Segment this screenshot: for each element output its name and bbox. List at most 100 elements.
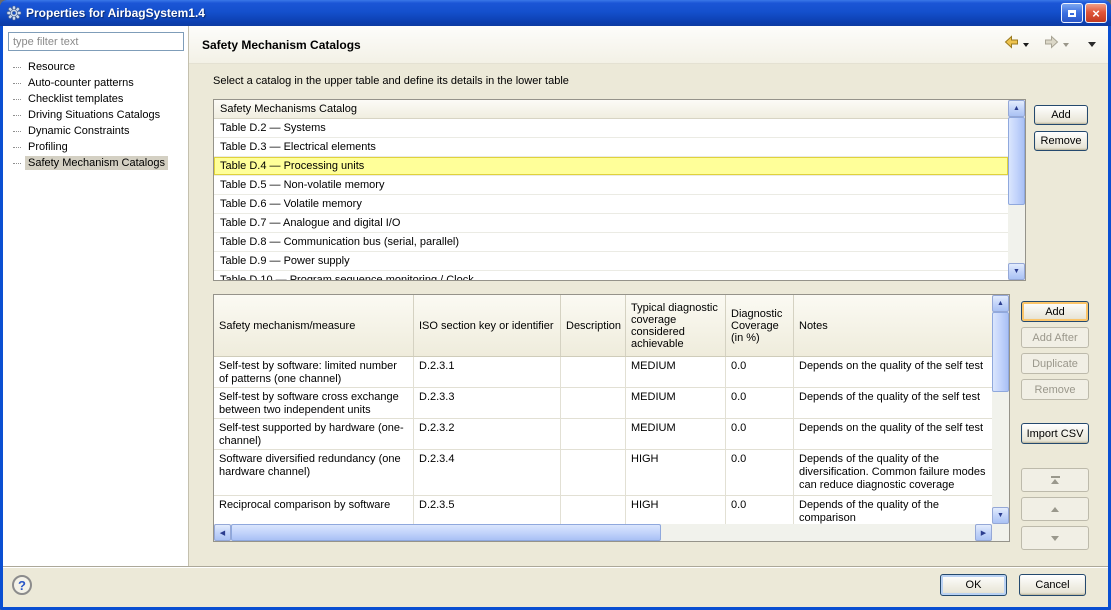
details-cell[interactable]: Self-test supported by hardware (one-cha… <box>214 419 414 449</box>
details-cell[interactable]: 0.0 <box>726 388 794 418</box>
forward-history-caret-icon[interactable] <box>1063 43 1069 47</box>
sidebar-item-auto-counter-patterns[interactable]: Auto-counter patterns <box>13 75 188 91</box>
properties-tree: Resource Auto-counter patterns Checklist… <box>3 59 188 171</box>
scroll-thumb[interactable] <box>231 524 661 541</box>
details-row[interactable]: Software diversified redundancy (one har… <box>214 450 992 496</box>
import-csv-button[interactable]: Import CSV <box>1021 423 1089 444</box>
scroll-up-button[interactable]: ▲ <box>992 295 1009 312</box>
sidebar-item-checklist-templates[interactable]: Checklist templates <box>13 91 188 107</box>
details-add-button[interactable]: Add <box>1021 301 1089 322</box>
ok-button[interactable]: OK <box>940 574 1007 596</box>
catalog-row[interactable]: Table D.7 — Analogue and digital I/O <box>214 214 1008 233</box>
details-cell[interactable]: MEDIUM <box>626 357 726 387</box>
details-cell[interactable]: 0.0 <box>726 496 794 524</box>
catalog-table-header[interactable]: Safety Mechanisms Catalog <box>214 100 1008 119</box>
move-up-button[interactable] <box>1021 497 1089 521</box>
catalog-row[interactable]: Table D.5 — Non-volatile memory <box>214 176 1008 195</box>
details-cell[interactable]: Self-test by software cross exchange bet… <box>214 388 414 418</box>
catalog-add-button[interactable]: Add <box>1034 105 1088 125</box>
details-cell[interactable]: HIGH <box>626 450 726 495</box>
details-row[interactable]: Self-test supported by hardware (one-cha… <box>214 419 992 450</box>
column-header[interactable]: Safety mechanism/measure <box>214 295 414 356</box>
titlebar[interactable]: Properties for AirbagSystem1.4 × <box>0 0 1111 26</box>
details-row[interactable]: Reciprocal comparison by software D.2.3.… <box>214 496 992 524</box>
catalog-row[interactable]: Table D.6 — Volatile memory <box>214 195 1008 214</box>
details-vertical-scrollbar[interactable]: ▲ ▼ <box>992 295 1009 524</box>
column-header[interactable]: Description <box>561 295 626 356</box>
scroll-thumb[interactable] <box>1008 117 1025 205</box>
view-menu-caret-icon[interactable] <box>1088 42 1096 47</box>
details-cell[interactable]: 0.0 <box>726 450 794 495</box>
sidebar-item-label: Dynamic Constraints <box>25 124 132 138</box>
details-cell[interactable] <box>561 450 626 495</box>
details-remove-button[interactable]: Remove <box>1021 379 1089 400</box>
column-header[interactable]: Typical diagnostic coverage considered a… <box>626 295 726 356</box>
details-cell[interactable] <box>561 388 626 418</box>
column-header[interactable]: ISO section key or identifier <box>414 295 561 356</box>
details-cell[interactable]: D.2.3.1 <box>414 357 561 387</box>
catalog-remove-button[interactable]: Remove <box>1034 131 1088 151</box>
catalog-row-label: Table D.3 — Electrical elements <box>220 141 376 153</box>
sidebar-item-profiling[interactable]: Profiling <box>13 139 188 155</box>
catalog-row-selected[interactable]: Table D.4 — Processing units <box>214 157 1008 176</box>
catalog-row[interactable]: Table D.3 — Electrical elements <box>214 138 1008 157</box>
details-cell[interactable]: HIGH <box>626 496 726 524</box>
scroll-down-button[interactable]: ▼ <box>992 507 1009 524</box>
details-cell[interactable]: 0.0 <box>726 419 794 449</box>
details-cell[interactable]: D.2.3.5 <box>414 496 561 524</box>
catalog-row[interactable]: Table D.2 — Systems <box>214 119 1008 138</box>
sidebar-item-dynamic-constraints[interactable]: Dynamic Constraints <box>13 123 188 139</box>
cancel-button[interactable]: Cancel <box>1019 574 1086 596</box>
details-cell[interactable] <box>561 496 626 524</box>
details-cell[interactable]: Self-test by software: limited number of… <box>214 357 414 387</box>
details-row[interactable]: Self-test by software: limited number of… <box>214 357 992 388</box>
forward-arrow-icon <box>1043 34 1060 50</box>
catalog-vertical-scrollbar[interactable]: ▲ ▼ <box>1008 100 1025 280</box>
catalog-row-label: Table D.2 — Systems <box>220 122 326 134</box>
details-cell[interactable]: 0.0 <box>726 357 794 387</box>
details-duplicate-button[interactable]: Duplicate <box>1021 353 1089 374</box>
window-title: Properties for AirbagSystem1.4 <box>26 6 1061 20</box>
column-header[interactable]: Diagnostic Coverage (in %) <box>726 295 794 356</box>
column-header[interactable]: Notes <box>794 295 992 356</box>
catalog-row[interactable]: Table D.10 — Program sequence monitoring… <box>214 271 1008 281</box>
details-horizontal-scrollbar[interactable]: ◀ ▶ <box>214 524 992 541</box>
catalog-row[interactable]: Table D.8 — Communication bus (serial, p… <box>214 233 1008 252</box>
details-cell[interactable]: Depends of the quality of the self test <box>794 388 992 418</box>
move-down-button[interactable] <box>1021 526 1089 550</box>
details-cell[interactable]: MEDIUM <box>626 419 726 449</box>
move-top-button[interactable] <box>1021 468 1089 492</box>
details-cell[interactable]: D.2.3.3 <box>414 388 561 418</box>
details-cell[interactable]: Depends of the quality of the comparison <box>794 496 992 524</box>
details-cell[interactable]: Depends of the quality of the diversific… <box>794 450 992 495</box>
maximize-button[interactable] <box>1061 3 1083 23</box>
filter-input[interactable] <box>8 32 184 51</box>
details-cell[interactable]: Reciprocal comparison by software <box>214 496 414 524</box>
catalog-row-label: Table D.10 — Program sequence monitoring… <box>220 274 474 281</box>
sidebar-item-safety-mechanism-catalogs[interactable]: Safety Mechanism Catalogs <box>13 155 188 171</box>
close-button[interactable]: × <box>1085 3 1107 23</box>
back-button[interactable] <box>1003 34 1020 55</box>
scroll-up-button[interactable]: ▲ <box>1008 100 1025 117</box>
back-history-caret-icon[interactable] <box>1023 43 1029 47</box>
details-add-after-button[interactable]: Add After <box>1021 327 1089 348</box>
details-cell[interactable] <box>561 419 626 449</box>
details-cell[interactable] <box>561 357 626 387</box>
details-cell[interactable]: D.2.3.2 <box>414 419 561 449</box>
details-cell[interactable]: MEDIUM <box>626 388 726 418</box>
help-button[interactable]: ? <box>12 575 32 595</box>
scroll-right-button[interactable]: ▶ <box>975 524 992 541</box>
scroll-thumb[interactable] <box>992 312 1009 392</box>
details-cell[interactable]: Depends on the quality of the self test <box>794 357 992 387</box>
scroll-down-button[interactable]: ▼ <box>1008 263 1025 280</box>
details-row[interactable]: Self-test by software cross exchange bet… <box>214 388 992 419</box>
sidebar-item-driving-situations-catalogs[interactable]: Driving Situations Catalogs <box>13 107 188 123</box>
catalog-row[interactable]: Table D.9 — Power supply <box>214 252 1008 271</box>
details-cell[interactable]: Software diversified redundancy (one har… <box>214 450 414 495</box>
sidebar-item-resource[interactable]: Resource <box>13 59 188 75</box>
details-cell[interactable]: Depends on the quality of the self test <box>794 419 992 449</box>
scroll-left-button[interactable]: ◀ <box>214 524 231 541</box>
forward-button[interactable] <box>1043 34 1060 55</box>
details-cell[interactable]: D.2.3.4 <box>414 450 561 495</box>
tree-connector <box>13 115 21 116</box>
